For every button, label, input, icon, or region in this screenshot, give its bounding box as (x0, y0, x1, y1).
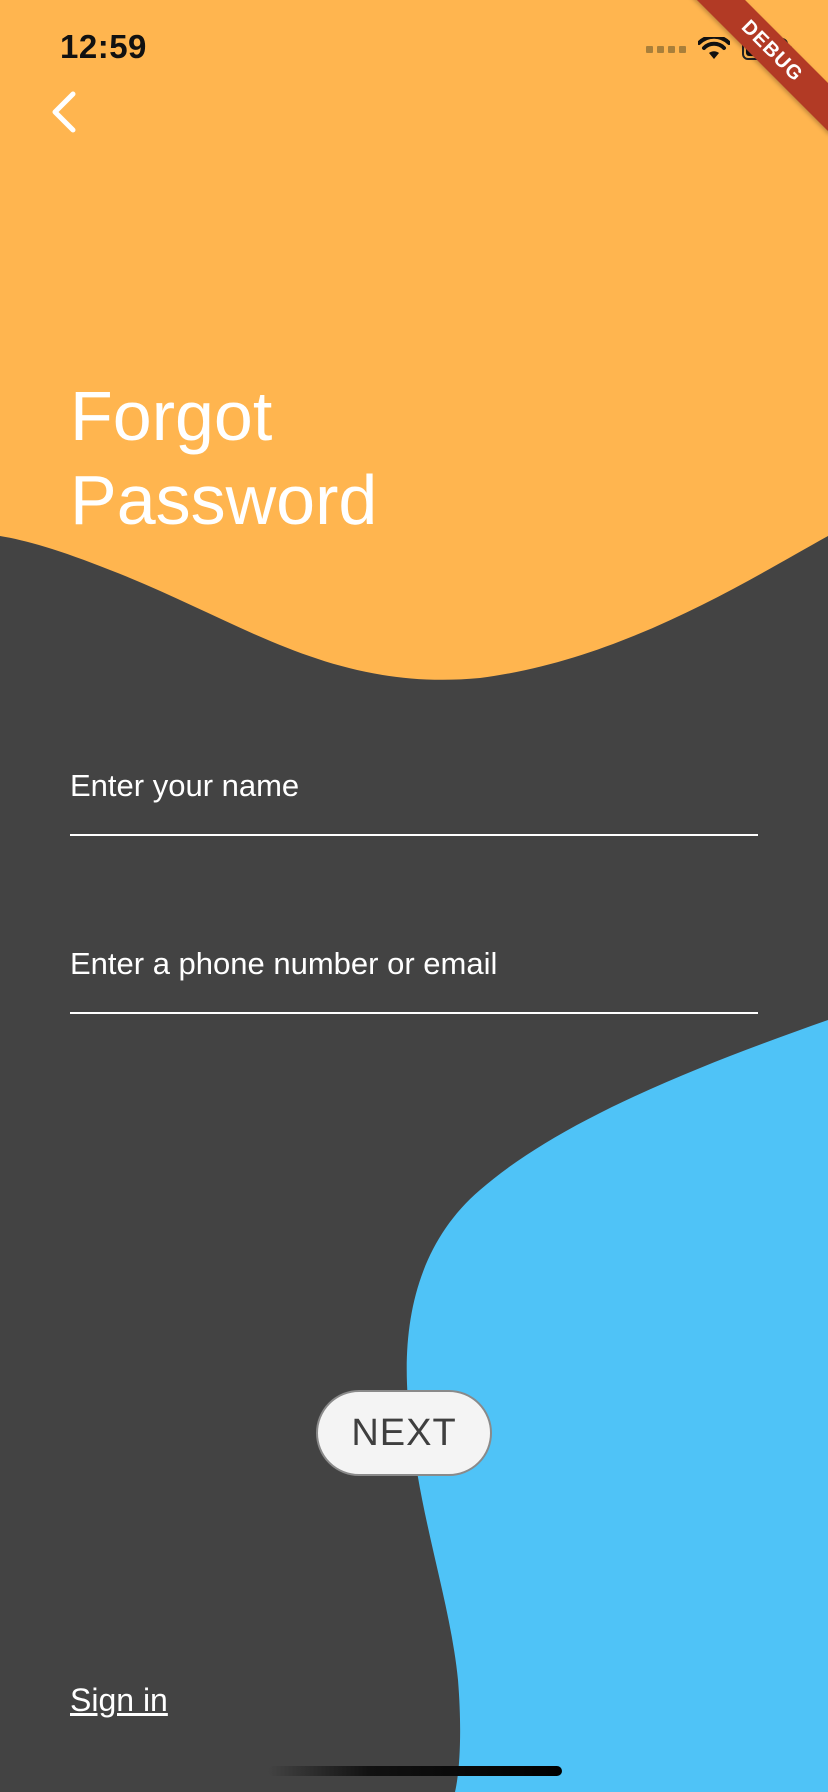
name-input[interactable] (70, 768, 758, 804)
sign-in-link[interactable]: Sign in (70, 1682, 168, 1719)
cellular-signal-icon (646, 45, 686, 53)
next-button[interactable]: NEXT (316, 1390, 492, 1476)
forgot-password-screen: 12:59 DEBUG Forgot Password NEXT Sign in (0, 0, 828, 1792)
home-indicator[interactable] (268, 1766, 562, 1776)
chevron-left-icon (52, 91, 76, 133)
wifi-icon (698, 37, 730, 59)
top-orange-blob (0, 0, 828, 680)
page-title: Forgot Password (70, 377, 378, 539)
contact-field[interactable] (70, 934, 758, 1014)
phone-or-email-input[interactable] (70, 946, 758, 982)
status-time: 12:59 (60, 28, 147, 65)
name-field[interactable] (70, 756, 758, 836)
background-shapes (0, 0, 828, 1792)
back-button[interactable] (40, 88, 88, 136)
